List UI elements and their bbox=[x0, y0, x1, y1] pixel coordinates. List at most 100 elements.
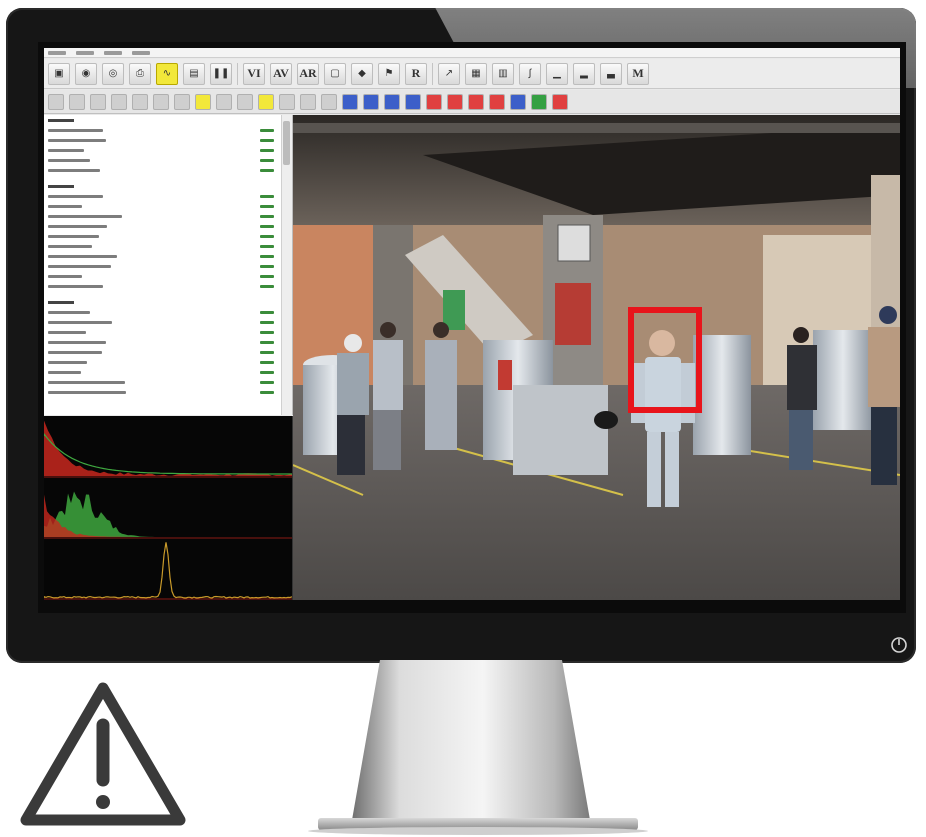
property-label bbox=[48, 350, 102, 354]
toolbar-button[interactable]: ◆ bbox=[351, 62, 373, 85]
toolbar2-button[interactable] bbox=[216, 93, 232, 110]
toolbar-button[interactable]: ▣ bbox=[48, 62, 70, 85]
property-label bbox=[48, 168, 100, 172]
property-value bbox=[260, 380, 274, 384]
property-row[interactable] bbox=[44, 201, 280, 211]
property-row[interactable] bbox=[44, 261, 280, 271]
camera-frame bbox=[293, 115, 900, 600]
property-label bbox=[48, 128, 103, 132]
toolbar-button[interactable]: ▦ bbox=[465, 62, 487, 85]
auto-icon: ◆ bbox=[358, 68, 366, 79]
toolbar2-button[interactable] bbox=[426, 93, 442, 110]
toolbar2-button[interactable] bbox=[468, 93, 484, 110]
scrollbar-thumb[interactable] bbox=[283, 121, 290, 165]
rgb-icon: ▦ bbox=[471, 68, 481, 79]
property-row[interactable] bbox=[44, 125, 280, 135]
property-row[interactable] bbox=[44, 327, 280, 337]
property-row[interactable] bbox=[44, 251, 280, 261]
toolbar-button[interactable]: ⚑ bbox=[378, 62, 400, 85]
property-label bbox=[48, 214, 122, 218]
toolbar-button-av[interactable]: AV bbox=[270, 62, 292, 85]
toolbar-button-r[interactable]: R bbox=[405, 62, 427, 85]
toolbar-button[interactable]: ⎙ bbox=[129, 62, 151, 85]
property-row[interactable] bbox=[44, 241, 280, 251]
stand-shadow bbox=[308, 827, 648, 835]
property-row[interactable] bbox=[44, 221, 280, 231]
toolbar2-button[interactable] bbox=[258, 93, 274, 110]
property-row[interactable] bbox=[44, 281, 280, 291]
toolbar2-button[interactable] bbox=[174, 93, 190, 110]
property-row[interactable] bbox=[44, 357, 280, 367]
toolbar2-button[interactable] bbox=[195, 93, 211, 110]
property-label bbox=[48, 274, 82, 278]
property-row[interactable] bbox=[44, 191, 280, 201]
property-row[interactable] bbox=[44, 377, 280, 387]
toolbar2-button[interactable] bbox=[531, 93, 547, 110]
toolbar2-button[interactable] bbox=[321, 93, 337, 110]
toolbar2-button[interactable] bbox=[384, 93, 400, 110]
toolbar-button[interactable]: ▢ bbox=[324, 62, 346, 85]
toolbar2-button[interactable] bbox=[447, 93, 463, 110]
toolbar-button[interactable]: ↗ bbox=[438, 62, 460, 85]
toolbar-button-ar[interactable]: AR bbox=[297, 62, 319, 85]
toolbar2-button[interactable] bbox=[279, 93, 295, 110]
toolbar-button-vi[interactable]: VI bbox=[243, 62, 265, 85]
toolbar2-button[interactable] bbox=[405, 93, 421, 110]
property-row[interactable] bbox=[44, 317, 280, 327]
toolbar-button[interactable]: ▤ bbox=[183, 62, 205, 85]
property-row[interactable] bbox=[44, 135, 280, 145]
toolbar-button[interactable]: ▃ bbox=[600, 62, 622, 85]
toolbar2-button[interactable] bbox=[237, 93, 253, 110]
toolbar2-button[interactable] bbox=[300, 93, 316, 110]
property-value bbox=[260, 128, 274, 132]
property-label bbox=[48, 254, 117, 258]
toolbar-button[interactable]: ◉ bbox=[75, 62, 97, 85]
menu-item[interactable] bbox=[104, 51, 122, 55]
toolbar-button[interactable]: ∿ bbox=[156, 62, 178, 85]
toolbar-button[interactable]: ▁ bbox=[546, 62, 568, 85]
toolbar2-button[interactable] bbox=[342, 93, 358, 110]
toolbar2-button[interactable] bbox=[363, 93, 379, 110]
property-row[interactable] bbox=[44, 155, 280, 165]
toolbar-button-m[interactable]: M bbox=[627, 62, 649, 85]
gate-base bbox=[513, 385, 608, 475]
toolbar-button[interactable]: ◎ bbox=[102, 62, 124, 85]
property-row[interactable] bbox=[44, 211, 280, 221]
menu-item[interactable] bbox=[76, 51, 94, 55]
toolbar-button[interactable]: ∫ bbox=[519, 62, 541, 85]
toolbar-button[interactable]: ▥ bbox=[492, 62, 514, 85]
property-row[interactable] bbox=[44, 145, 280, 155]
toolbar2-button[interactable] bbox=[489, 93, 505, 110]
property-row[interactable] bbox=[44, 307, 280, 317]
toolbar-button[interactable]: ▂ bbox=[573, 62, 595, 85]
property-label bbox=[48, 204, 82, 208]
toolbar2-button[interactable] bbox=[48, 93, 64, 110]
property-row[interactable] bbox=[44, 387, 280, 397]
toolbar2-button[interactable] bbox=[111, 93, 127, 110]
property-row[interactable] bbox=[44, 231, 280, 241]
property-row[interactable] bbox=[44, 271, 280, 281]
histogram-luma bbox=[44, 420, 292, 478]
toolbar2-button[interactable] bbox=[552, 93, 568, 110]
wave-icon: ∿ bbox=[162, 68, 172, 79]
menu-item[interactable] bbox=[132, 51, 150, 55]
property-row[interactable] bbox=[44, 165, 280, 175]
histogram-peak-line bbox=[44, 542, 293, 599]
toolbar-separator bbox=[237, 62, 238, 85]
toolbar2-button[interactable] bbox=[153, 93, 169, 110]
properties-scrollbar[interactable] bbox=[281, 115, 292, 415]
property-row[interactable] bbox=[44, 337, 280, 347]
toolbar2-button[interactable] bbox=[510, 93, 526, 110]
disc-icon: ◎ bbox=[108, 68, 118, 79]
property-label bbox=[48, 284, 103, 288]
property-row[interactable] bbox=[44, 367, 280, 377]
toolbar-button[interactable]: ❚❚ bbox=[210, 62, 232, 85]
property-row[interactable] bbox=[44, 347, 280, 357]
toolbar2-button[interactable] bbox=[132, 93, 148, 110]
toolbar2-button[interactable] bbox=[69, 93, 85, 110]
menu-item[interactable] bbox=[48, 51, 66, 55]
camera-view[interactable] bbox=[293, 115, 900, 600]
property-label bbox=[48, 158, 90, 162]
power-icon[interactable] bbox=[890, 636, 908, 654]
toolbar2-button[interactable] bbox=[90, 93, 106, 110]
